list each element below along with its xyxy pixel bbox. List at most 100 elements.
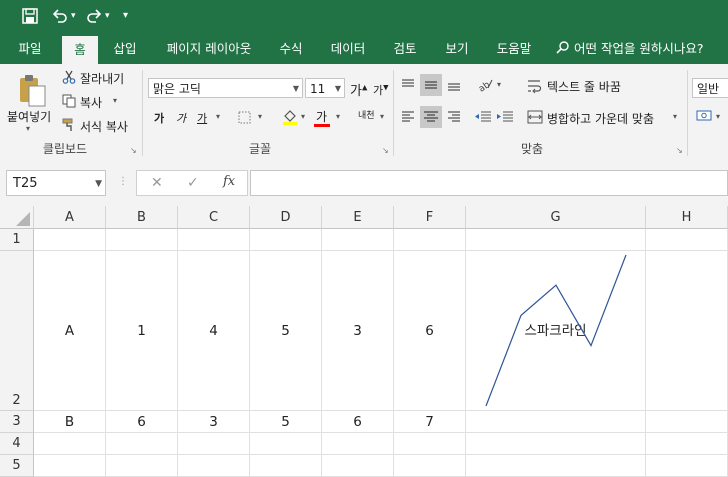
phonetic-button[interactable]: 내천 (358, 108, 375, 121)
tab-home[interactable]: 홈 (62, 36, 98, 66)
copy-button[interactable]: 복사 (80, 94, 102, 111)
font-name-combobox[interactable]: 맑은 고딕 ▼ (148, 78, 303, 98)
increase-indent-icon[interactable] (496, 110, 514, 127)
tab-review[interactable]: 검토 (384, 36, 426, 64)
align-top-icon[interactable] (400, 78, 416, 95)
merge-dropdown-icon[interactable]: ▾ (673, 112, 677, 121)
merge-center-button[interactable]: 병합하고 가운데 맞춤 (547, 110, 654, 127)
cell[interactable] (34, 455, 106, 477)
cell[interactable] (34, 229, 106, 251)
cell[interactable] (394, 433, 466, 455)
undo-dropdown-icon[interactable]: ▾ (71, 11, 76, 21)
cell[interactable] (178, 229, 250, 251)
cell[interactable]: 7 (394, 411, 466, 433)
wrap-text-button[interactable]: 텍스트 줄 바꿈 (547, 78, 621, 95)
undo-icon[interactable] (52, 8, 68, 28)
copy-icon[interactable] (62, 94, 76, 111)
cell[interactable] (466, 229, 646, 251)
number-format-combobox[interactable]: 일반 (692, 78, 728, 98)
column-header[interactable]: G (466, 206, 646, 229)
select-all-corner[interactable] (0, 206, 34, 229)
column-header[interactable]: A (34, 206, 106, 229)
cell[interactable] (106, 455, 178, 477)
cell[interactable] (646, 411, 728, 433)
underline-button[interactable]: 가 (197, 110, 207, 126)
grow-font-button[interactable]: 가▲ (350, 80, 367, 99)
cell[interactable] (646, 251, 728, 411)
paste-button[interactable]: 붙여넣기 (7, 108, 51, 125)
align-left-icon[interactable] (400, 110, 416, 127)
orientation-icon[interactable]: ab (476, 76, 494, 95)
cell[interactable]: 6 (322, 411, 394, 433)
cell[interactable]: A (34, 251, 106, 411)
borders-dropdown-icon[interactable]: ▾ (258, 112, 262, 121)
cancel-icon[interactable]: ✕ (151, 173, 163, 193)
cell[interactable] (646, 229, 728, 251)
orientation-dropdown-icon[interactable]: ▾ (497, 80, 501, 89)
clipboard-launcher-icon[interactable]: ↘ (130, 146, 137, 155)
column-header[interactable]: F (394, 206, 466, 229)
worksheet-grid[interactable]: A B C D E F G H 1 2 A 1 4 5 3 6 스파크라인 3 B 6 3 5 6 7 4 5 (0, 206, 728, 477)
align-center-button[interactable] (420, 106, 442, 128)
font-color-button[interactable]: 가 (316, 108, 327, 125)
name-box-dropdown-icon[interactable]: ▼ (95, 171, 102, 197)
cell[interactable]: 3 (322, 251, 394, 411)
cell[interactable] (178, 455, 250, 477)
font-color-dropdown-icon[interactable]: ▾ (336, 112, 340, 121)
decrease-indent-icon[interactable] (474, 110, 492, 127)
underline-dropdown-icon[interactable]: ▾ (216, 112, 220, 121)
cell[interactable] (466, 455, 646, 477)
font-size-combobox[interactable]: 11 ▼ (305, 78, 345, 98)
fill-color-icon[interactable] (282, 109, 298, 128)
tab-formulas[interactable]: 수식 (270, 36, 312, 64)
cell[interactable] (466, 433, 646, 455)
align-middle-button[interactable] (420, 74, 442, 96)
format-painter-icon[interactable] (62, 118, 76, 135)
merge-center-icon[interactable] (527, 110, 543, 127)
tab-view[interactable]: 보기 (436, 36, 478, 64)
font-name-dropdown-icon[interactable]: ▼ (293, 79, 299, 99)
shrink-font-button[interactable]: 가▼ (373, 82, 389, 98)
borders-icon[interactable] (238, 111, 251, 127)
bold-button[interactable]: 가 (154, 110, 164, 126)
cell[interactable] (178, 433, 250, 455)
cell[interactable] (646, 433, 728, 455)
format-painter-button[interactable]: 서식 복사 (80, 118, 128, 135)
cell[interactable] (394, 229, 466, 251)
cell[interactable] (250, 229, 322, 251)
accounting-dropdown-icon[interactable]: ▾ (716, 112, 720, 121)
alignment-launcher-icon[interactable]: ↘ (676, 146, 683, 155)
font-size-dropdown-icon[interactable]: ▼ (335, 79, 341, 99)
align-bottom-icon[interactable] (446, 78, 462, 95)
formula-input[interactable] (250, 170, 728, 196)
tab-help[interactable]: 도움말 (488, 36, 540, 64)
accounting-format-icon[interactable] (696, 108, 714, 127)
paste-dropdown-icon[interactable]: ▾ (26, 124, 30, 133)
phonetic-dropdown-icon[interactable]: ▾ (380, 112, 384, 121)
cell[interactable] (250, 433, 322, 455)
cell[interactable] (322, 433, 394, 455)
cell[interactable] (106, 229, 178, 251)
align-right-icon[interactable] (446, 110, 462, 127)
tab-page-layout[interactable]: 페이지 레이아웃 (156, 36, 262, 64)
row-header[interactable]: 5 (0, 455, 34, 477)
row-header[interactable]: 4 (0, 433, 34, 455)
row-header[interactable]: 3 (0, 411, 34, 433)
redo-dropdown-icon[interactable]: ▾ (105, 11, 110, 21)
tab-data[interactable]: 데이터 (322, 36, 374, 64)
column-header[interactable]: E (322, 206, 394, 229)
enter-icon[interactable]: ✓ (187, 173, 199, 193)
tab-file[interactable]: 파일 (8, 36, 52, 64)
font-launcher-icon[interactable]: ↘ (382, 146, 389, 155)
redo-icon[interactable] (86, 8, 102, 28)
cell[interactable]: 5 (250, 251, 322, 411)
italic-button[interactable]: 가 (176, 110, 186, 126)
column-header[interactable]: B (106, 206, 178, 229)
insert-function-icon[interactable]: fx (223, 172, 235, 192)
copy-dropdown-icon[interactable]: ▾ (113, 96, 117, 105)
tell-me-box[interactable]: 어떤 작업을 원하시나요? (556, 36, 728, 64)
cell[interactable] (466, 411, 646, 433)
cell[interactable] (646, 455, 728, 477)
cell[interactable] (106, 433, 178, 455)
cell[interactable]: 6 (394, 251, 466, 411)
